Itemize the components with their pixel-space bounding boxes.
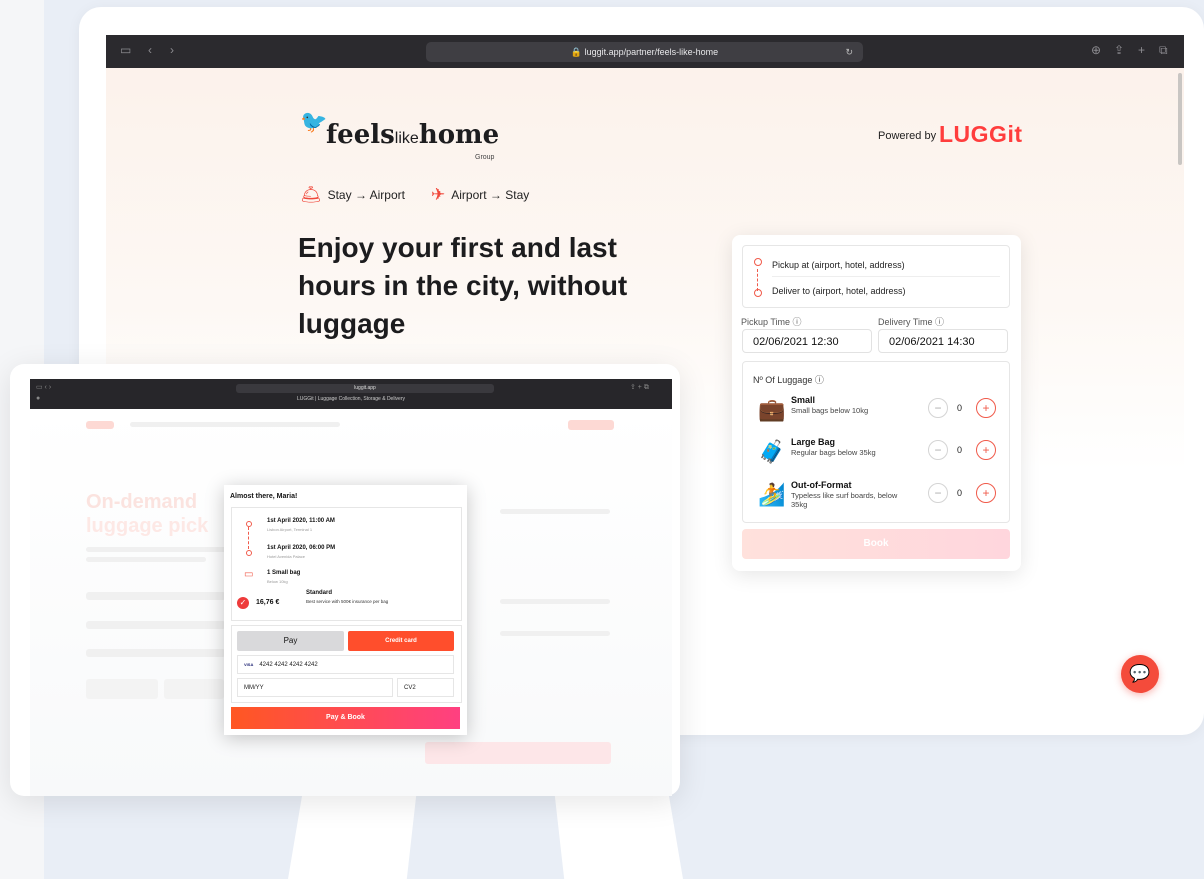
apple-pay-button[interactable]: Pay [237, 631, 344, 651]
laptop-bg-heading: On-demand [86, 491, 198, 513]
luggage-box: Nº Of Luggage ⓘ 💼 Small Small bags below… [742, 361, 1010, 523]
laptop-toolbar-icons: ⇪ + ⧉ [630, 384, 649, 391]
pickup-input[interactable]: Pickup at (airport, hotel, address) [772, 260, 905, 270]
share-icon[interactable]: ⇪ [1114, 43, 1124, 57]
tabs-overview-icon[interactable]: ⧉ [1159, 43, 1168, 58]
luggage-count-label: Nº Of Luggage ⓘ [753, 375, 824, 385]
reload-icon[interactable]: ↻ [845, 42, 853, 62]
delivery-pin-icon [246, 550, 252, 556]
laptop-bg-heading-2: luggage pick [86, 515, 209, 537]
price: 16,76 € [256, 599, 280, 606]
new-tab-icon[interactable]: + [1138, 43, 1145, 57]
back-icon[interactable]: ‹ [148, 43, 152, 57]
powered-by-label: Powered by [878, 130, 937, 142]
decrease-out-of-format-button[interactable]: − [928, 483, 948, 503]
decrease-small-button[interactable]: − [928, 398, 948, 418]
laptop-sidebar-icon: ▭ ‹ › [36, 384, 52, 391]
decrease-large-button[interactable]: − [928, 440, 948, 460]
laptop-browser-toolbar: ▭ ‹ › ● luggit.app LUGGit | Luggage Coll… [30, 379, 672, 409]
booking-card: Pickup at (airport, hotel, address) Deli… [732, 235, 1021, 571]
hotel-bag-icon: 🛎 [300, 185, 322, 204]
cvv-field[interactable]: CV2 [397, 678, 454, 697]
luggage-row-small: 💼 Small Small bags below 10kg − 0 + [743, 395, 1009, 431]
bird-icon: 🐦 [300, 110, 328, 135]
lock-icon: 🔒 [570, 47, 583, 57]
pickup-pin-icon [754, 258, 762, 266]
pickup-time-label: Pickup Time ⓘ [741, 317, 802, 327]
large-bag-icon: 🧳 [758, 439, 786, 464]
forward-icon[interactable]: › [170, 43, 174, 57]
visa-icon: VISA [244, 662, 254, 667]
book-button[interactable]: Book [742, 529, 1010, 559]
card-number-field[interactable]: VISA 4242 4242 4242 4242 [237, 655, 454, 674]
page-headline: Enjoy your first and last hours in the c… [298, 232, 628, 339]
chat-icon[interactable]: 💬 [1121, 655, 1159, 693]
increase-large-button[interactable]: + [976, 440, 996, 460]
luggage-row-large: 🧳 Large Bag Regular bags below 35kg − 0 … [743, 437, 1009, 473]
delivery-time-label: Delivery Time ⓘ [878, 317, 945, 327]
address-box: Pickup at (airport, hotel, address) Deli… [742, 245, 1010, 308]
luggit-logo: LUGGit [939, 121, 1023, 147]
route-stay-to-airport[interactable]: 🛎 Stay → Airport [300, 185, 405, 205]
address-bar[interactable]: 🔒 luggit.app/partner/feels-like-home ↻ [426, 42, 863, 62]
pay-and-book-button[interactable]: Pay & Book [231, 707, 460, 729]
laptop-address-bar: luggit.app [236, 384, 494, 393]
payment-box: Pay Credit card VISA 4242 4242 4242 4242 … [231, 625, 462, 703]
small-bag-icon: 💼 [758, 397, 786, 422]
pickup-time-field[interactable]: 02/06/2021 12:30 [742, 329, 872, 353]
route-airport-to-stay[interactable]: ✈ Airport → Stay [431, 185, 529, 205]
out-of-format-count: 0 [957, 488, 963, 498]
large-count: 0 [957, 445, 963, 455]
browser-toolbar: ▭ ‹ › 🔒 luggit.app/partner/feels-like-ho… [106, 35, 1184, 68]
address-text: luggit.app/partner/feels-like-home [584, 47, 719, 57]
download-icon[interactable]: ⊕ [1091, 43, 1101, 57]
pickup-pin-icon [246, 521, 252, 527]
laptop-tab-title: LUGGit | Luggage Collection, Storage & D… [296, 396, 406, 402]
deliver-pin-icon [754, 289, 762, 297]
expiry-field[interactable]: MM/YY [237, 678, 393, 697]
check-icon: ✓ [237, 597, 249, 609]
luggage-row-out-of-format: 🏄 Out-of-Format Typeless like surf board… [743, 480, 1009, 516]
increase-small-button[interactable]: + [976, 398, 996, 418]
order-summary: 1st April 2020, 11:00 AM Lisbon Airport,… [231, 507, 462, 621]
deliver-input[interactable]: Deliver to (airport, hotel, address) [772, 286, 906, 296]
sidebar-icon[interactable]: ▭ [120, 43, 131, 57]
credit-card-button[interactable]: Credit card [348, 631, 454, 651]
scrollbar[interactable] [1178, 73, 1182, 165]
checkout-modal: Almost there, Maria! 1st April 2020, 11:… [224, 485, 467, 735]
surfboard-icon: 🏄 [758, 482, 786, 507]
checkout-title: Almost there, Maria! [230, 493, 298, 500]
delivery-time-field[interactable]: 02/06/2021 14:30 [878, 329, 1008, 353]
small-count: 0 [957, 403, 963, 413]
bag-icon: ▭ [244, 569, 254, 580]
increase-out-of-format-button[interactable]: + [976, 483, 996, 503]
airplane-bag-icon: ✈ [431, 185, 446, 204]
